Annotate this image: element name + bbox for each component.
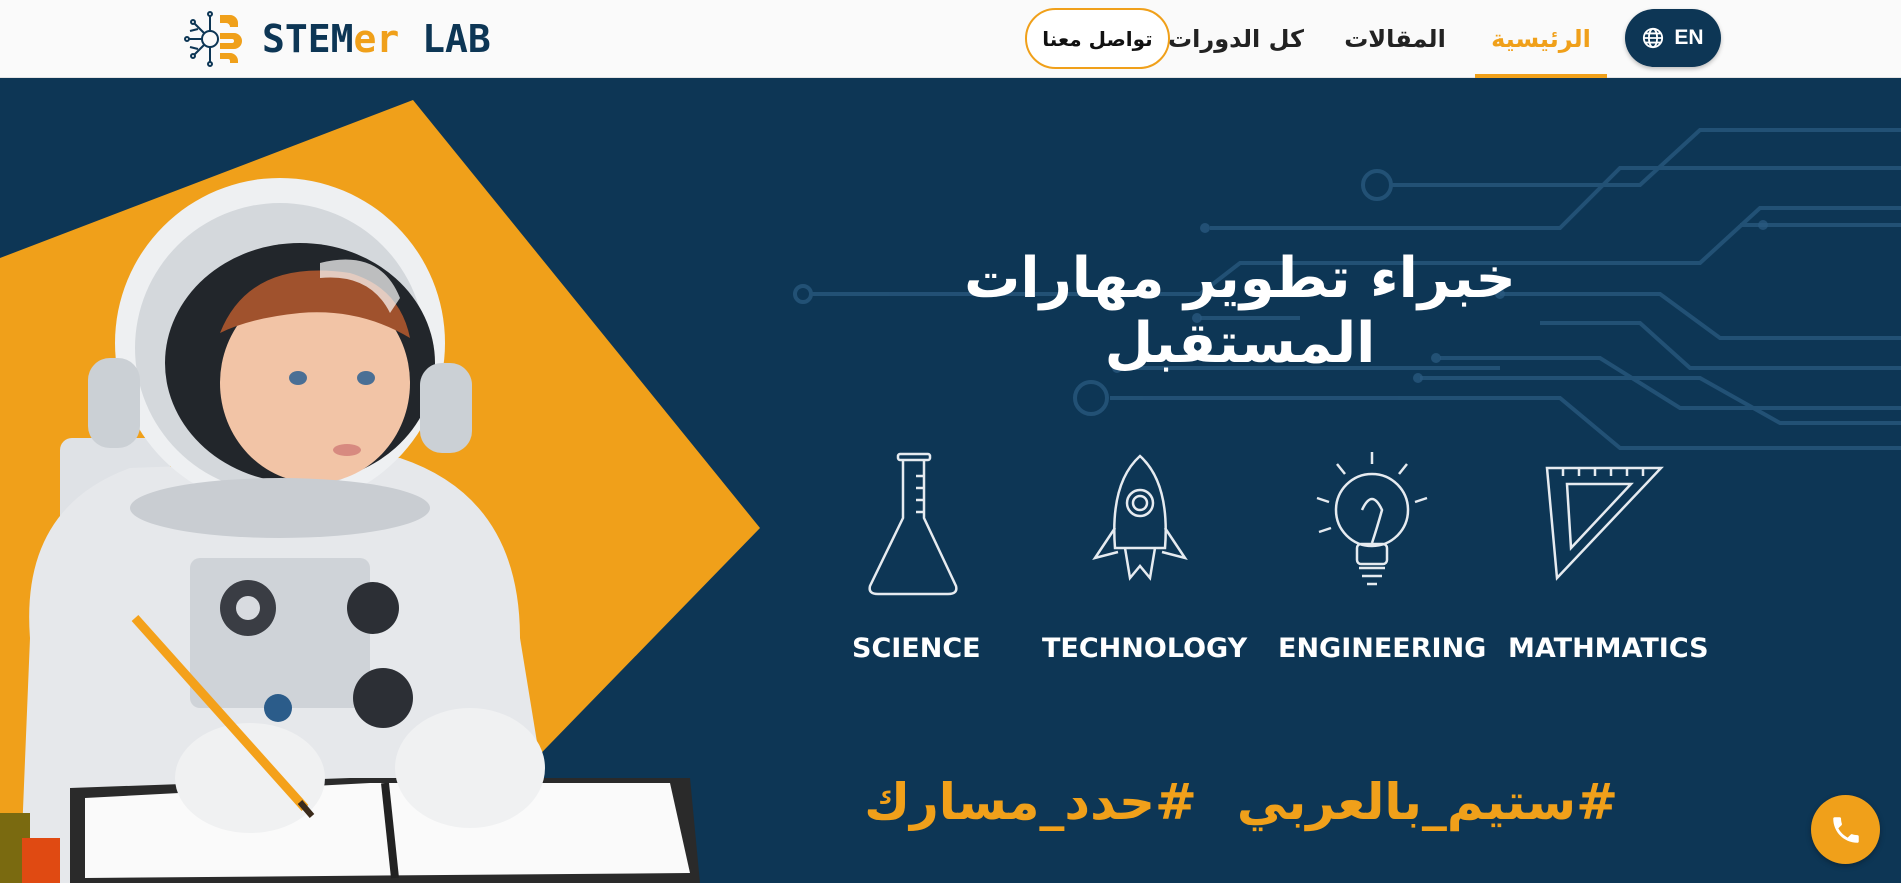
globe-icon xyxy=(1643,27,1664,49)
hero-section: خبراء تطوير مهارات المستقبل SCIENCE TECH… xyxy=(0,78,1901,883)
nav-courses-label: كل الدورات xyxy=(1168,25,1304,53)
hashtags: #ستيم_بالعربي #حدد_مسارك xyxy=(864,773,1618,853)
logo-mark-icon xyxy=(184,11,242,67)
hashtag-stem-arabic[interactable]: #ستيم_بالعربي xyxy=(1237,773,1618,853)
hero-title: خبراء تطوير مهارات المستقبل xyxy=(964,246,1516,376)
call-floating-button[interactable] xyxy=(1811,795,1880,864)
language-switch-button[interactable]: EN xyxy=(1625,9,1721,67)
logo-wordmark: STEMer LAB xyxy=(262,17,491,61)
nav-articles-label: المقالات xyxy=(1344,25,1446,53)
main-nav: EN الرئيسية المقالات كل الدورات تواصل مع… xyxy=(1021,8,1721,78)
site-header: STEMer LAB EN الرئيسية المقالات كل الدور… xyxy=(0,0,1901,78)
nav-courses-link[interactable]: كل الدورات xyxy=(1161,8,1311,70)
lightbulb-icon xyxy=(1316,452,1428,586)
mathematics-column xyxy=(1503,448,1703,598)
language-label: EN xyxy=(1674,26,1704,49)
stem-label-engineering: ENGINEERING xyxy=(1278,633,1487,664)
engineering-column xyxy=(1272,448,1472,598)
stem-label-science: SCIENCE xyxy=(852,633,981,664)
set-square-icon xyxy=(1545,466,1664,581)
nav-articles-link[interactable]: المقالات xyxy=(1335,8,1455,70)
rocket-icon xyxy=(1092,454,1188,581)
child-astronaut-illustration xyxy=(0,178,700,883)
technology-column xyxy=(1040,448,1240,598)
nav-home-link[interactable]: الرئيسية xyxy=(1475,8,1607,78)
science-column xyxy=(813,448,1013,598)
phone-icon xyxy=(1832,816,1859,843)
contact-us-button[interactable]: تواصل معنا xyxy=(1025,8,1170,69)
flask-icon xyxy=(868,452,958,596)
contact-us-label: تواصل معنا xyxy=(1042,26,1153,51)
stem-label-mathematics: MATHMATICS xyxy=(1508,633,1709,664)
hashtag-choose-path[interactable]: #حدد_مسارك xyxy=(864,773,1197,853)
site-logo[interactable]: STEMer LAB xyxy=(184,9,491,69)
nav-home-label: الرئيسية xyxy=(1491,25,1591,53)
stem-label-technology: TECHNOLOGY xyxy=(1042,633,1248,664)
